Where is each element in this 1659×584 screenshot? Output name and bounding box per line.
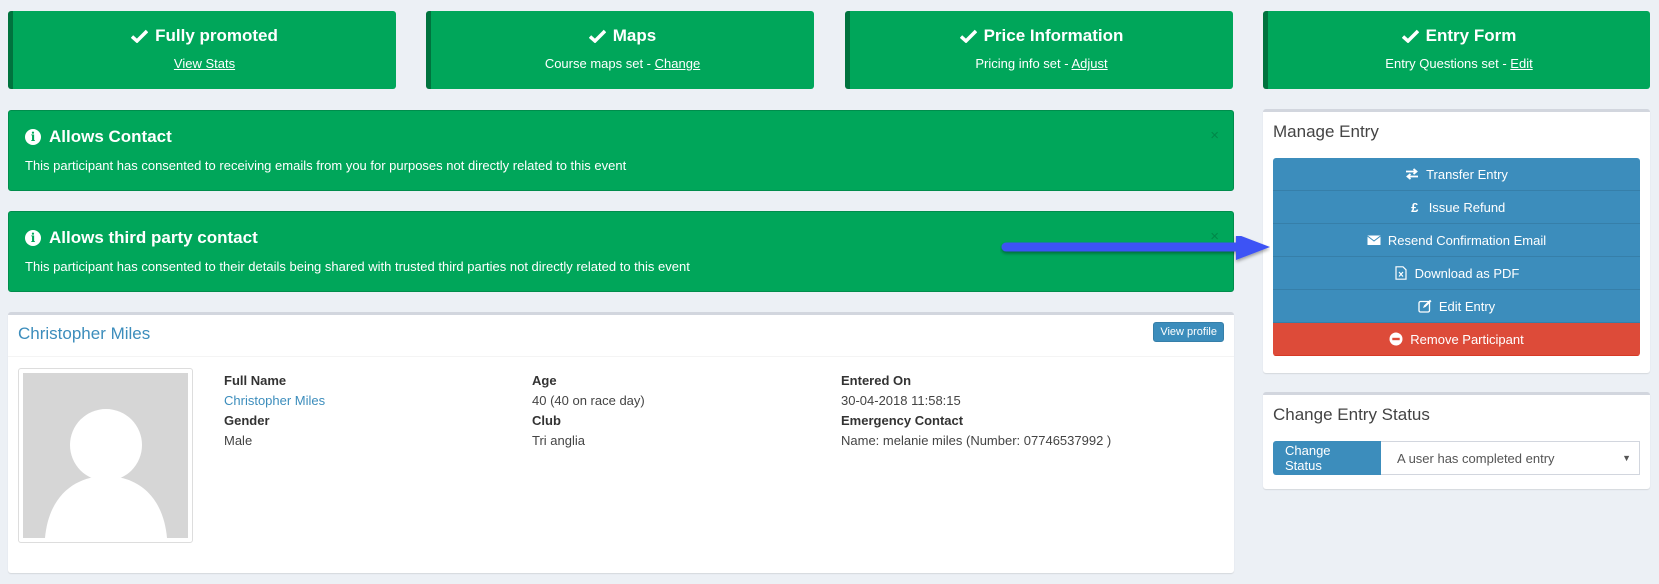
info-icon: i <box>25 230 41 246</box>
pound-icon: £ <box>1411 199 1419 215</box>
file-icon <box>1395 266 1407 280</box>
edit-entry-button[interactable]: Edit Entry <box>1273 290 1640 323</box>
alert-allows-contact: i Allows Contact This participant has co… <box>8 110 1234 191</box>
close-icon[interactable]: × <box>1210 127 1219 144</box>
status-box-text: Entry Questions set - <box>1385 56 1511 71</box>
view-profile-button[interactable]: View profile <box>1153 322 1224 342</box>
status-box-title: Fully promoted <box>155 26 278 45</box>
club-label: Club <box>532 413 561 428</box>
change-status-button[interactable]: Change Status <box>1273 441 1381 475</box>
view-stats-link[interactable]: View Stats <box>174 56 235 71</box>
download-pdf-button[interactable]: Download as PDF <box>1273 257 1640 290</box>
status-box-promoted: Fully promoted View Stats <box>8 11 396 89</box>
change-maps-link[interactable]: Change <box>655 56 701 71</box>
button-label: Resend Confirmation Email <box>1387 232 1547 248</box>
remove-participant-button[interactable]: Remove Participant <box>1273 323 1640 356</box>
manage-entry-title: Manage Entry <box>1273 122 1379 141</box>
check-icon <box>1401 29 1419 43</box>
adjust-price-link[interactable]: Adjust <box>1071 56 1107 71</box>
status-box-price: Price Information Pricing info set - Adj… <box>845 11 1233 89</box>
issue-refund-button[interactable]: £ Issue Refund <box>1273 191 1640 224</box>
manage-entry-box: Manage Entry Transfer Entry £ Issue Refu… <box>1263 109 1650 373</box>
button-label: Transfer Entry <box>1426 166 1508 182</box>
edit-icon <box>1418 299 1432 313</box>
status-box-title: Entry Form <box>1425 26 1517 45</box>
age-value: 40 (40 on race day) <box>532 393 645 408</box>
participant-name-heading: Christopher Miles <box>18 324 151 343</box>
envelope-icon <box>1367 235 1381 245</box>
status-box-text: Pricing info set - <box>975 56 1072 71</box>
button-label: Edit Entry <box>1438 298 1496 314</box>
alert-text: This participant has consented to receiv… <box>25 158 627 173</box>
transfer-entry-button[interactable]: Transfer Entry <box>1273 158 1640 191</box>
status-box-maps: Maps Course maps set - Change <box>426 11 814 89</box>
full-name-value[interactable]: Christopher Miles <box>224 391 325 411</box>
button-label: Remove Participant <box>1410 331 1524 347</box>
avatar <box>18 368 193 543</box>
user-silhouette-icon <box>45 409 167 538</box>
button-label: Download as PDF <box>1414 265 1520 281</box>
gender-value: Male <box>224 433 253 448</box>
change-entry-status-title: Change Entry Status <box>1273 405 1430 424</box>
transfer-icon <box>1406 168 1419 180</box>
info-icon: i <box>25 129 41 145</box>
edit-entry-form-link[interactable]: Edit <box>1510 56 1532 71</box>
check-icon <box>959 29 977 43</box>
entered-on-label: Entered On <box>841 373 912 388</box>
participant-profile-box: Christopher Miles View profile Full Name… <box>8 312 1234 573</box>
status-box-text: Course maps set - <box>544 56 655 71</box>
alert-title: Allows third party contact <box>49 228 258 247</box>
entered-on-value: 30-04-2018 11:58:15 <box>841 393 961 408</box>
club-value: Tri anglia <box>532 433 585 448</box>
check-icon <box>131 29 149 43</box>
status-box-entry-form: Entry Form Entry Questions set - Edit <box>1263 11 1650 89</box>
emergency-contact-label: Emergency Contact <box>841 413 964 428</box>
caret-down-icon: ▼ <box>1622 453 1631 463</box>
alert-title: Allows Contact <box>49 127 172 146</box>
gender-label: Gender <box>224 413 270 428</box>
check-icon <box>588 29 606 43</box>
full-name-label: Full Name <box>224 373 287 388</box>
change-entry-status-box: Change Entry Status Change Status A user… <box>1263 392 1650 489</box>
button-label: Issue Refund <box>1428 199 1506 215</box>
entry-status-select[interactable]: A user has completed entry ▼ <box>1381 441 1640 475</box>
minus-circle-icon <box>1389 332 1403 346</box>
emergency-contact-value: Name: melanie miles (Number: 07746537992… <box>841 433 1112 448</box>
annotation-arrow-icon <box>1001 236 1270 260</box>
selected-status: A user has completed entry <box>1397 450 1555 466</box>
status-box-title: Price Information <box>983 26 1124 45</box>
resend-confirmation-email-button[interactable]: Resend Confirmation Email <box>1273 224 1640 257</box>
status-box-title: Maps <box>612 26 657 45</box>
age-label: Age <box>532 373 557 388</box>
